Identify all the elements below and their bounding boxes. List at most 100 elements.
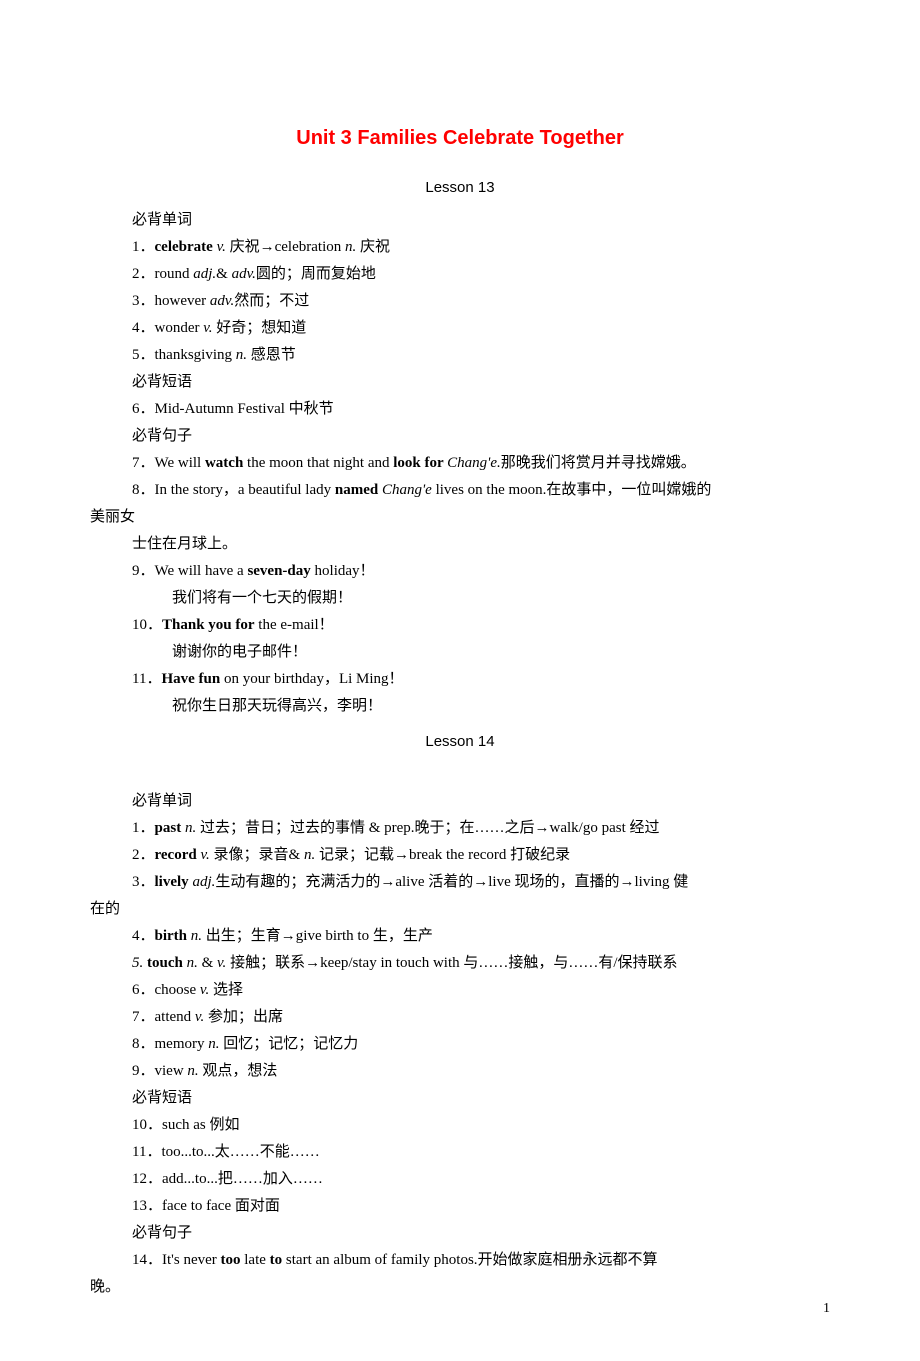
line-translation: 祝你生日那天玩得高兴，李明！	[90, 693, 830, 720]
text: 然而；不过	[234, 293, 309, 309]
text: 9．We will have a	[132, 563, 247, 579]
text: 回忆；记忆；记忆力	[223, 1036, 358, 1052]
text: to	[270, 1252, 283, 1268]
text: 好奇；想知道	[216, 320, 306, 336]
document-page: Unit 3 Families Celebrate Together Lesso…	[0, 0, 920, 1361]
text: seven-day	[247, 563, 310, 579]
section-label-sentence: 必背句子	[90, 423, 830, 450]
text: 1．	[132, 239, 155, 255]
line-item: 5．thanksgiving n. 感恩节	[90, 342, 830, 369]
text: 选择	[213, 982, 243, 998]
line-item: 9．view n. 观点，想法	[90, 1058, 830, 1085]
section-label-vocab: 必背单词	[90, 788, 830, 815]
text: 观点，想法	[202, 1063, 277, 1079]
text: 参加；出席	[208, 1009, 283, 1025]
text: v.	[203, 320, 216, 336]
text: 2．	[132, 847, 155, 863]
line-wrap: 士住在月球上。	[90, 531, 830, 558]
text: too	[221, 1252, 241, 1268]
text: 庆祝→celebration	[230, 239, 345, 255]
text: 2．round	[132, 266, 193, 282]
line-item: 10．such as 例如	[90, 1112, 830, 1139]
section-label-phrase: 必背短语	[90, 369, 830, 396]
lesson-14-header: Lesson 14	[90, 728, 830, 755]
line-item: 2．record v. 录像；录音& n. 记录；记载→break the re…	[90, 842, 830, 869]
lesson-13-header: Lesson 13	[90, 174, 830, 201]
section-label-phrase: 必背短语	[90, 1085, 830, 1112]
line-item: 3．lively adj.生动有趣的；充满活力的→alive 活着的→live …	[90, 869, 830, 896]
text: 8．memory	[132, 1036, 208, 1052]
line-item: 14．It's never too late to start an album…	[90, 1247, 830, 1274]
text: n.	[236, 347, 251, 363]
text: 7．We will	[132, 455, 205, 471]
text: 9．view	[132, 1063, 187, 1079]
text: late	[241, 1252, 270, 1268]
text: 那晚我们将赏月并寻找嫦娥。	[501, 455, 696, 471]
text: the e-mail！	[255, 617, 334, 633]
text: start an album of family photos.开始做家庭相册永…	[282, 1252, 657, 1268]
text: 11．	[132, 671, 161, 687]
line-translation: 谢谢你的电子邮件！	[90, 639, 830, 666]
text: v.	[217, 955, 230, 971]
line-item: 9．We will have a seven-day holiday！	[90, 558, 830, 585]
line-item: 6．Mid-Autumn Festival 中秋节	[90, 396, 830, 423]
text: 1．	[132, 820, 155, 836]
lesson-13-content: 必背单词 1．celebrate v. 庆祝→celebration n. 庆祝…	[90, 207, 830, 720]
text: n.	[208, 1036, 223, 1052]
text: watch	[205, 455, 243, 471]
text: 圆的；周而复始地	[256, 266, 376, 282]
line-item: 8．memory n. 回忆；记忆；记忆力	[90, 1031, 830, 1058]
text: record	[155, 847, 201, 863]
text: 4．wonder	[132, 320, 203, 336]
line-item: 3．however adv.然而；不过	[90, 288, 830, 315]
text: 生动有趣的；充满活力的→alive 活着的→live 现场的，直播的→livin…	[215, 874, 688, 890]
text: 6．choose	[132, 982, 200, 998]
line-item: 11．too...to...太……不能……	[90, 1139, 830, 1166]
text: 8．In the story，a beautiful lady	[132, 482, 335, 498]
text: 3．however	[132, 293, 210, 309]
text: 5.	[132, 955, 147, 971]
text: v.	[195, 1009, 208, 1025]
text: n.	[187, 955, 202, 971]
text: 7．attend	[132, 1009, 195, 1025]
section-label-vocab: 必背单词	[90, 207, 830, 234]
text: v.	[217, 239, 230, 255]
text: Chang'e	[382, 482, 432, 498]
line-item: 7．We will watch the moon that night and …	[90, 450, 830, 477]
text: v.	[200, 847, 213, 863]
line-item: 2．round adj.& adv.圆的；周而复始地	[90, 261, 830, 288]
text: 3．	[132, 874, 155, 890]
line-item: 7．attend v. 参加；出席	[90, 1004, 830, 1031]
line-wrap: 晚。	[90, 1274, 830, 1301]
text: adj.	[192, 874, 215, 890]
line-item: 12．add...to...把……加入……	[90, 1166, 830, 1193]
text: celebrate	[155, 239, 217, 255]
line-item: 1．celebrate v. 庆祝→celebration n. 庆祝	[90, 234, 830, 261]
text: n.	[345, 239, 360, 255]
line-wrap: 美丽女	[90, 504, 830, 531]
page-number: 1	[823, 1296, 830, 1321]
text: 过去；昔日；过去的事情 & prep.晚于；在……之后→walk/go past…	[200, 820, 660, 836]
text: n.	[187, 1063, 202, 1079]
text: lively	[155, 874, 193, 890]
text: Have fun	[161, 671, 220, 687]
text: adv.	[210, 293, 234, 309]
text: 感恩节	[251, 347, 296, 363]
text: 5．thanksgiving	[132, 347, 236, 363]
text: past	[155, 820, 185, 836]
line-item: 4．wonder v. 好奇；想知道	[90, 315, 830, 342]
text: 4．	[132, 928, 155, 944]
text: 出生；生育→give birth to 生，生产	[206, 928, 433, 944]
text: n.	[304, 847, 319, 863]
text: 接触；联系→keep/stay in touch with 与……接触，与……有…	[230, 955, 677, 971]
text: &	[216, 266, 231, 282]
text: 10．	[132, 617, 162, 633]
lesson-14-content: 必背单词 1．past n. 过去；昔日；过去的事情 & prep.晚于；在………	[90, 788, 830, 1301]
line-item: 10．Thank you for the e-mail！	[90, 612, 830, 639]
text: adj.	[193, 266, 216, 282]
text: 记录；记载→break the record 打破纪录	[319, 847, 570, 863]
text: 录像；录音&	[214, 847, 304, 863]
text: Chang'e.	[447, 455, 501, 471]
line-item: 5. touch n. & v. 接触；联系→keep/stay in touc…	[90, 950, 830, 977]
text: v.	[200, 982, 213, 998]
